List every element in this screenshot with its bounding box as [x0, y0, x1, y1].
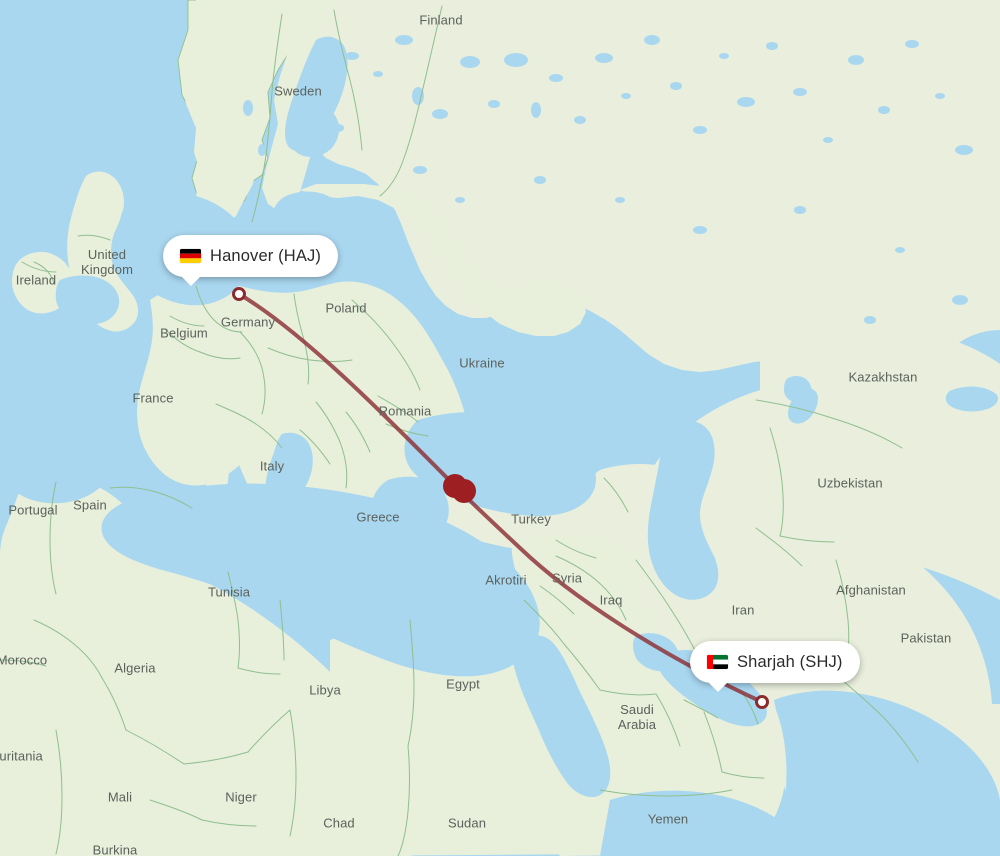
airport-popup-label: Hanover (HAJ) [210, 246, 322, 265]
flag-uae-icon [707, 655, 728, 669]
airport-popup-shj[interactable]: Sharjah (SHJ) [690, 641, 860, 692]
airport-marker-haj[interactable] [232, 287, 246, 301]
airport-popup-haj[interactable]: Hanover (HAJ) [163, 235, 339, 286]
airport-popup-label: Sharjah (SHJ) [737, 652, 843, 671]
flag-germany-icon [180, 249, 201, 263]
flight-route-map[interactable]: Finland Sweden United Kingdom Ireland Poland… [0, 0, 1000, 856]
stopover-marker[interactable] [452, 479, 476, 503]
map-geography [0, 0, 1000, 856]
airport-marker-shj[interactable] [755, 695, 769, 709]
